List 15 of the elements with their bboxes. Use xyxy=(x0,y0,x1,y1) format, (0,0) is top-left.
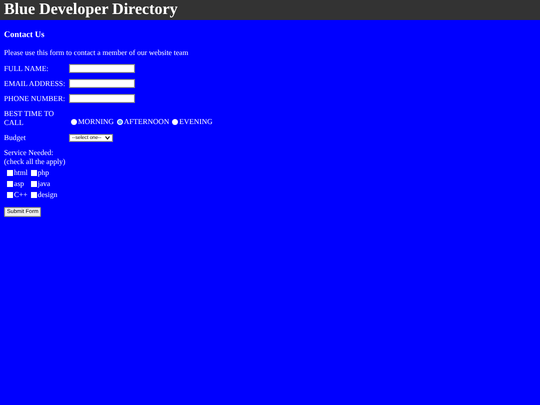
input-field[interactable] xyxy=(69,79,135,88)
checkbox[interactable] xyxy=(7,192,13,198)
checkbox[interactable] xyxy=(7,170,13,176)
checkbox[interactable] xyxy=(30,170,37,176)
radio-button[interactable] xyxy=(116,118,123,124)
form-heading: Contact Us xyxy=(4,29,46,39)
caret-icon xyxy=(105,136,110,140)
radio-button[interactable] xyxy=(172,118,178,124)
input-field[interactable] xyxy=(69,64,135,73)
checkbox[interactable] xyxy=(7,180,13,186)
checkbox[interactable] xyxy=(30,180,37,186)
site-title: Blue Developer Directory xyxy=(4,1,178,19)
checkbox[interactable] xyxy=(30,192,37,198)
input-field[interactable] xyxy=(69,94,135,103)
radio-button[interactable] xyxy=(71,118,77,124)
